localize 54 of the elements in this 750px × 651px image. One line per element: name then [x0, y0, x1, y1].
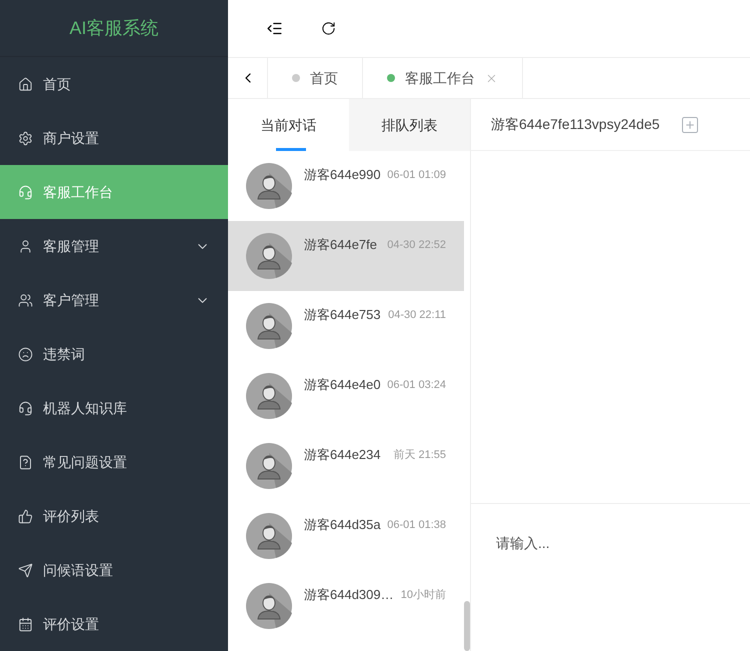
thumbs-up-icon	[18, 508, 33, 524]
tab-label: 首页	[310, 68, 338, 88]
avatar-icon	[246, 233, 292, 279]
home-icon	[18, 76, 33, 92]
question-doc-icon	[18, 454, 33, 470]
conversation-item[interactable]: 游客644e7fe 04-30 22:52	[228, 221, 464, 291]
avatar-icon	[246, 373, 292, 419]
collapse-menu-icon[interactable]	[266, 20, 283, 37]
avatar-icon	[246, 443, 292, 489]
page-tab[interactable]: 客服工作台	[363, 58, 523, 98]
message-time: 04-30 22:52	[387, 238, 446, 253]
sidebar-item[interactable]: 首页	[0, 57, 228, 111]
scrollbar-thumb[interactable]	[464, 601, 470, 651]
headset-icon	[18, 184, 33, 200]
message-time: 06-01 01:38	[387, 518, 446, 533]
sidebar-item[interactable]: 评价列表	[0, 489, 228, 543]
calendar-icon	[18, 616, 33, 632]
page-tab[interactable]: 首页	[268, 58, 363, 98]
chat-title: 游客644e7fe113vpsy24de5	[491, 115, 660, 134]
message-time: 10小时前	[400, 588, 446, 603]
visitor-name: 游客644e4e0	[304, 376, 381, 394]
avatar-icon	[246, 303, 292, 349]
visitor-name: 游客644e990	[304, 166, 381, 184]
sidebar-item[interactable]: 违禁词	[0, 327, 228, 381]
sidebar-logo: AI客服系统	[0, 0, 228, 57]
headset-icon	[18, 400, 33, 416]
sidebar-item[interactable]: 常见问题设置	[0, 435, 228, 489]
user-icon	[18, 238, 33, 254]
visitor-name: 游客644e753	[304, 306, 381, 324]
users-icon	[18, 292, 33, 308]
sidebar-item[interactable]: 商户设置	[0, 111, 228, 165]
send-icon	[18, 562, 33, 578]
frown-icon	[18, 346, 33, 362]
visitor-name: 游客644e234	[304, 446, 381, 464]
avatar-icon	[246, 163, 292, 209]
message-time: 06-01 01:09	[387, 168, 446, 183]
sidebar-item[interactable]: 评价设置	[0, 597, 228, 651]
visitor-name: 游客644d35a	[304, 516, 381, 534]
message-input[interactable]: 请输入...	[496, 533, 725, 554]
avatar-icon	[246, 583, 292, 629]
message-time: 04-30 22:11	[388, 308, 446, 323]
visitor-name: 游客644d309…	[304, 586, 394, 604]
sidebar-item[interactable]: 机器人知识库	[0, 381, 228, 435]
visitor-name: 游客644e7fe	[304, 236, 377, 254]
settings-icon	[18, 130, 33, 146]
tab-label: 客服工作台	[405, 68, 475, 88]
avatar-icon	[246, 513, 292, 559]
message-time: 06-01 03:24	[387, 378, 446, 393]
sidebar-item[interactable]: 问候语设置	[0, 543, 228, 597]
sidebar-item[interactable]: 客户管理	[0, 273, 228, 327]
sidebar-item[interactable]: 客服管理	[0, 219, 228, 273]
conversation-tab[interactable]: 排队列表	[349, 99, 470, 151]
message-time: 前天 21:55	[393, 448, 446, 463]
refresh-icon[interactable]	[321, 21, 336, 36]
